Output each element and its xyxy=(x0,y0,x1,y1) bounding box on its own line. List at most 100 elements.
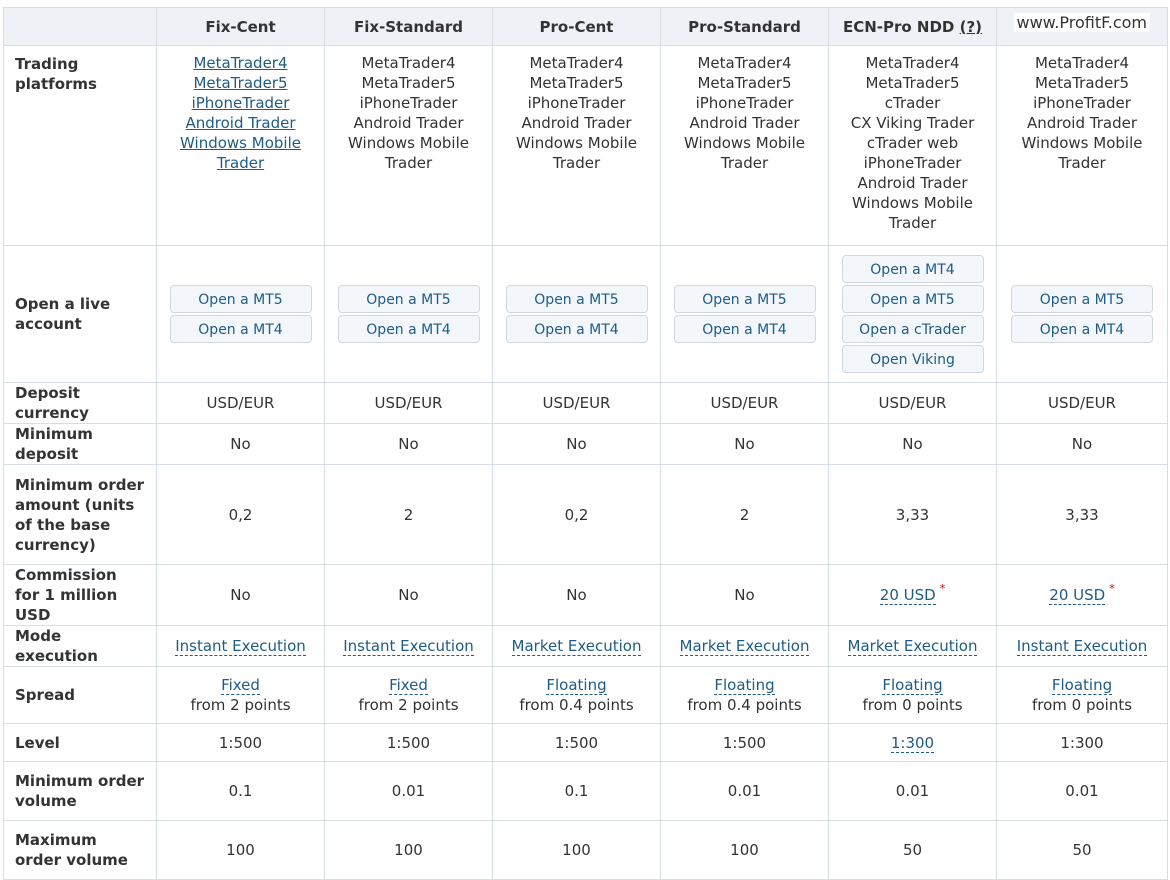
spread-cell: Floating from 0 points xyxy=(996,666,1168,724)
min-deposit-value: No xyxy=(828,423,997,465)
open-mt5-button[interactable]: Open a MT5 xyxy=(1011,285,1153,313)
row-commission: Commission for 1 million USD No No No No… xyxy=(3,564,1168,626)
min-deposit-value: No xyxy=(660,423,829,465)
mode-link[interactable]: Instant Execution xyxy=(1016,637,1148,656)
commission-link[interactable]: 20 USD xyxy=(1049,586,1106,605)
open-ctrader-button[interactable]: Open a cTrader xyxy=(841,315,984,343)
footnote-star: * xyxy=(1109,582,1115,595)
header-ecn-pro-ndd: ECN-Pro NDD (?) xyxy=(828,7,997,46)
platform-link[interactable]: Windows Mobile xyxy=(157,133,324,153)
open-viking-button[interactable]: Open Viking xyxy=(841,345,984,373)
deposit-currency-value: USD/EUR xyxy=(996,382,1168,424)
spread-type-link[interactable]: Fixed xyxy=(389,676,428,695)
row-mode: Mode execution Instant Execution Instant… xyxy=(3,625,1168,667)
open-mt5-button[interactable]: Open a MT5 xyxy=(337,285,480,313)
open-mt5-button[interactable]: Open a MT5 xyxy=(505,285,648,313)
platform-name: MetaTrader5 xyxy=(1034,74,1130,92)
help-link[interactable]: (?) xyxy=(960,18,982,36)
platform-name: Trader xyxy=(384,154,433,172)
platform-name: MetaTrader5 xyxy=(529,74,624,92)
spread-from: from 0.4 points xyxy=(519,696,634,714)
mode-link[interactable]: Market Execution xyxy=(679,637,810,656)
platform-name: MetaTrader4 xyxy=(865,54,960,72)
platform-name: iPhoneTrader xyxy=(359,94,458,112)
open-mt5-button[interactable]: Open a MT5 xyxy=(841,285,984,313)
platform-name: Trader xyxy=(720,154,769,172)
spread-cell: Fixed from 2 points xyxy=(156,666,325,724)
max-volume-value: 100 xyxy=(492,820,661,880)
mode-link[interactable]: Market Execution xyxy=(847,637,978,656)
platform-link[interactable]: Android Trader xyxy=(157,113,324,133)
row-open-live: Open a live account Open a MT5 Open a MT… xyxy=(3,245,1168,383)
level-value: 1:500 xyxy=(324,723,493,762)
spread-type-link[interactable]: Floating xyxy=(1051,676,1113,695)
platform-name: cTrader xyxy=(884,94,941,112)
mode-cell: Instant Execution xyxy=(324,625,493,667)
open-mt4-button[interactable]: Open a MT4 xyxy=(337,315,480,343)
header-empty xyxy=(3,7,157,46)
platform-name: MetaTrader4 xyxy=(529,54,624,72)
platforms-cell: MetaTrader4 MetaTrader5 iPhoneTrader And… xyxy=(996,45,1168,246)
open-mt4-button[interactable]: Open a MT4 xyxy=(841,255,984,283)
max-volume-value: 100 xyxy=(324,820,493,880)
commission-cell: 20 USD * xyxy=(996,564,1168,626)
header-fix-cent: Fix-Cent xyxy=(156,7,325,46)
spread-from: from 0.4 points xyxy=(687,696,802,714)
platform-name: Android Trader xyxy=(857,174,968,192)
level-value: 1:500 xyxy=(492,723,661,762)
platform-link[interactable]: MetaTrader5 xyxy=(157,73,324,93)
account-comparison-table: Fix-Cent Fix-Standard Pro-Cent Pro-Stand… xyxy=(3,7,1168,880)
mode-cell: Market Execution xyxy=(492,625,661,667)
row-level: Level 1:500 1:500 1:500 1:500 1:300 1:30… xyxy=(3,723,1168,762)
min-order-amount-value: 0,2 xyxy=(492,464,661,565)
open-mt4-button[interactable]: Open a MT4 xyxy=(505,315,648,343)
platform-name: MetaTrader5 xyxy=(697,74,792,92)
min-volume-value: 0.01 xyxy=(660,761,829,821)
spread-cell: Floating from 0.4 points xyxy=(492,666,661,724)
row-platforms: Trading platforms MetaTrader4 MetaTrader… xyxy=(3,45,1168,246)
header-pro-standard: Pro-Standard xyxy=(660,7,829,46)
platform-name: MetaTrader4 xyxy=(697,54,792,72)
label-max-volume: Maximum order volume xyxy=(3,820,157,880)
deposit-currency-value: USD/EUR xyxy=(324,382,493,424)
level-link[interactable]: 1:300 xyxy=(890,733,935,753)
platform-name: Android Trader xyxy=(353,114,464,132)
row-max-volume: Maximum order volume 100 100 100 100 50 … xyxy=(3,820,1168,880)
mode-link[interactable]: Market Execution xyxy=(511,637,642,656)
spread-type-link[interactable]: Floating xyxy=(714,676,775,695)
header-fix-standard: Fix-Standard xyxy=(324,7,493,46)
deposit-currency-value: USD/EUR xyxy=(660,382,829,424)
row-spread: Spread Fixed from 2 points Fixed from 2 po… xyxy=(3,666,1168,724)
level-value: 1:300 xyxy=(996,723,1168,762)
open-mt4-button[interactable]: Open a MT4 xyxy=(1011,315,1153,343)
label-spread: Spread xyxy=(3,666,157,724)
deposit-currency-value: USD/EUR xyxy=(828,382,997,424)
commission-link[interactable]: 20 USD xyxy=(879,586,936,605)
commission-value: No xyxy=(492,564,661,626)
open-mt4-button[interactable]: Open a MT4 xyxy=(169,315,312,343)
deposit-currency-value: USD/EUR xyxy=(492,382,661,424)
platform-link[interactable]: MetaTrader4 xyxy=(157,53,324,73)
open-buttons-cell: Open a MT5 Open a MT4 xyxy=(324,245,493,383)
row-min-deposit: Minimum deposit No No No No No No xyxy=(3,423,1168,465)
platforms-cell: MetaTrader4 MetaTrader5 iPhoneTrader And… xyxy=(492,45,661,246)
spread-type-link[interactable]: Floating xyxy=(546,676,607,695)
label-mode: Mode execution xyxy=(3,625,157,667)
label-min-volume: Minimum order volume xyxy=(3,761,157,821)
platforms-cell: MetaTrader4 MetaTrader5 iPhoneTrader And… xyxy=(156,45,325,246)
open-buttons-cell: Open a MT5 Open a MT4 xyxy=(660,245,829,383)
platform-link[interactable]: Trader xyxy=(157,153,324,173)
label-platforms: Trading platforms xyxy=(3,45,157,246)
open-mt5-button[interactable]: Open a MT5 xyxy=(169,285,312,313)
mode-link[interactable]: Instant Execution xyxy=(343,637,474,656)
deposit-currency-value: USD/EUR xyxy=(156,382,325,424)
open-buttons-cell: Open a MT5 Open a MT4 xyxy=(156,245,325,383)
open-mt4-button[interactable]: Open a MT4 xyxy=(673,315,816,343)
level-value: 1:500 xyxy=(156,723,325,762)
mode-link[interactable]: Instant Execution xyxy=(175,637,306,656)
platform-link[interactable]: iPhoneTrader xyxy=(157,93,324,113)
spread-type-link[interactable]: Fixed xyxy=(221,676,260,695)
label-min-order-amount: Minimum order amount (units of the base … xyxy=(3,464,157,565)
open-mt5-button[interactable]: Open a MT5 xyxy=(673,285,816,313)
spread-type-link[interactable]: Floating xyxy=(882,676,943,695)
